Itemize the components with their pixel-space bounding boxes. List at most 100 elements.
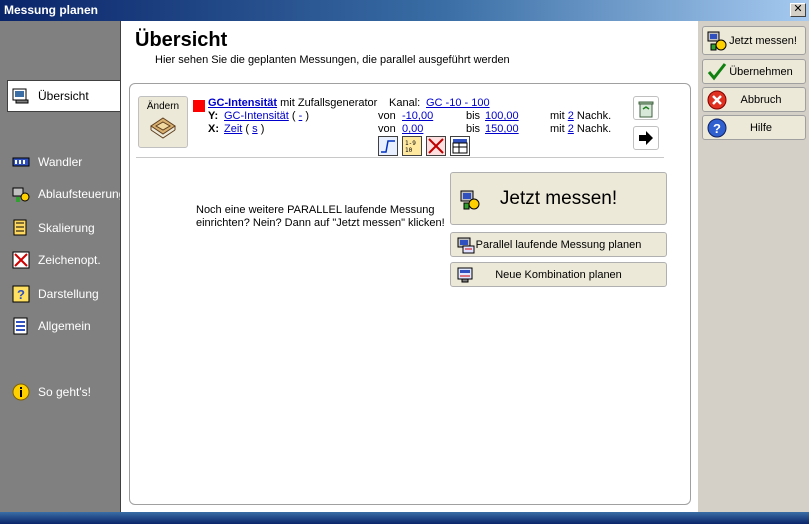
overview-icon <box>12 87 30 105</box>
window-title: Messung planen <box>4 3 99 17</box>
sidebar-item-uebersicht[interactable]: Übersicht <box>7 80 120 112</box>
x-von-label: von <box>378 123 396 135</box>
sidebar-item-so-gehts[interactable]: So geht's! <box>12 381 118 403</box>
x-axis-row: Zeit ( s ) <box>224 123 264 135</box>
svg-text:1-9: 1-9 <box>405 140 416 147</box>
y-von-link[interactable]: -10,00 <box>402 110 433 122</box>
parallel-messung-label: Parallel laufende Messung planen <box>475 238 642 251</box>
x-bis-label: bis <box>466 123 481 135</box>
y-nachk-link[interactable]: 2 <box>568 110 574 122</box>
sidebar-item-label: Ablaufsteuerung <box>38 187 126 201</box>
kanal-label: Kanal: <box>389 97 421 109</box>
new-combination-icon <box>457 266 475 284</box>
y-nachk-label: Nachk. <box>576 110 612 122</box>
neue-kombination-label: Neue Kombination planen <box>495 268 622 281</box>
x-paren-close: ) <box>260 123 265 135</box>
y-mit-label: mit <box>550 110 565 122</box>
info-icon <box>12 383 30 401</box>
hilfe-label: Hilfe <box>749 121 772 134</box>
x-unit-link[interactable]: s <box>252 123 258 135</box>
curve-icon[interactable] <box>378 136 398 156</box>
main-content: Übersicht Hier sehen Sie die geplanten M… <box>120 21 697 512</box>
svg-text:?: ? <box>713 121 721 136</box>
aendern-label: Ändern <box>146 101 180 112</box>
close-icon: ✕ <box>793 3 803 15</box>
number-format-icon[interactable]: 1-9 10 <box>402 136 422 156</box>
sidebar-item-zeichenopt[interactable]: Zeichenopt. <box>12 249 118 271</box>
y-bis-label: bis <box>466 110 481 122</box>
page-title: Übersicht <box>135 29 228 51</box>
y-paren-close: ) <box>305 110 310 122</box>
y-axis-row: GC-Intensität ( - ) <box>224 110 309 122</box>
svg-text:10: 10 <box>405 147 413 154</box>
measure-now-icon <box>707 31 727 51</box>
x-mit-label: mit <box>550 123 565 135</box>
sidebar-item-label: Wandler <box>38 155 83 169</box>
sidebar-item-label: Übersicht <box>38 89 89 103</box>
sidebar-item-ablaufsteuerung[interactable]: Ablaufsteuerung <box>12 183 125 205</box>
y-unit-link[interactable]: - <box>299 110 303 122</box>
parallel-measurement-icon <box>457 236 475 254</box>
sidebar-item-label: Darstellung <box>38 287 99 301</box>
drawing-options-icon <box>12 251 30 269</box>
help-icon: ? <box>707 118 727 138</box>
sidebar-item-label: Zeichenopt. <box>38 253 101 267</box>
sidebar-item-label: Allgemein <box>38 319 91 333</box>
cancel-icon <box>707 90 727 110</box>
action-bar: Jetzt messen! Übernehmen Abbruch ? Hilfe <box>697 21 809 512</box>
y-paren-open: ( <box>291 110 296 122</box>
jetzt-messen-big-button[interactable]: Jetzt messen! <box>450 172 667 225</box>
recycle-bin-button[interactable] <box>633 96 659 120</box>
x-nachk-label: Nachk. <box>576 123 612 135</box>
sidebar-item-darstellung[interactable]: ? Darstellung <box>12 283 118 305</box>
y-bis-link[interactable]: 100,00 <box>485 110 519 122</box>
x-axis-label: X: <box>208 123 219 135</box>
kanal-link[interactable]: GC -10 - 100 <box>426 97 490 109</box>
abbruch-button[interactable]: Abbruch <box>702 87 806 112</box>
x-paren-open: ( <box>245 123 250 135</box>
sequence-control-icon <box>12 185 30 203</box>
sidebar-item-skalierung[interactable]: Skalierung <box>12 217 118 239</box>
neue-kombination-button[interactable]: Neue Kombination planen <box>450 262 667 287</box>
checkmark-icon <box>707 62 727 81</box>
y-mit-row: mit 2 Nachk. <box>550 110 611 122</box>
hilfe-button[interactable]: ? Hilfe <box>702 115 806 140</box>
recycle-bin-icon <box>637 101 655 122</box>
parallel-messung-button[interactable]: Parallel laufende Messung planen <box>450 232 667 257</box>
page-subtitle: Hier sehen Sie die geplanten Messungen, … <box>155 54 510 66</box>
measure-now-icon <box>459 189 481 211</box>
remove-series-icon[interactable] <box>426 136 446 156</box>
sidebar-item-allgemein[interactable]: Allgemein <box>12 315 118 337</box>
abbruch-label: Abbruch <box>740 93 782 106</box>
window-titlebar: Messung planen ✕ <box>0 0 809 21</box>
scaling-icon <box>12 219 30 237</box>
sidebar-item-label: So geht's! <box>38 385 91 399</box>
x-nachk-link[interactable]: 2 <box>568 123 574 135</box>
aendern-button[interactable]: Ändern <box>138 96 188 148</box>
jetzt-messen-button[interactable]: Jetzt messen! <box>702 26 806 55</box>
x-von-link[interactable]: 0,00 <box>402 123 423 135</box>
x-mit-row: mit 2 Nachk. <box>550 123 611 135</box>
converter-icon <box>12 153 30 171</box>
general-settings-icon <box>12 317 30 335</box>
measurement-panel: Ändern GC-Intensität mit Zufallsgenerato… <box>129 83 691 505</box>
close-button[interactable]: ✕ <box>790 3 806 17</box>
x-name-link[interactable]: Zeit <box>224 123 242 135</box>
arrow-right-icon <box>638 131 654 148</box>
series-color-swatch <box>193 100 205 112</box>
sidebar-item-wandler[interactable]: Wandler <box>12 151 118 173</box>
measurement-name-link[interactable]: GC-Intensität <box>208 97 277 109</box>
x-bis-link[interactable]: 150,00 <box>485 123 519 135</box>
table-view-icon[interactable] <box>450 136 470 156</box>
y-von-label: von <box>378 110 396 122</box>
measurement-header-row: GC-Intensität mit Zufallsgenerator <box>208 97 377 109</box>
y-name-link[interactable]: GC-Intensität <box>224 110 289 122</box>
y-axis-label: Y: <box>208 110 219 122</box>
display-icon: ? <box>12 285 30 303</box>
generator-text: mit Zufallsgenerator <box>280 97 378 109</box>
sidebar: Übersicht Wandler Ablaufsteuerung Skalie… <box>0 21 125 512</box>
uebernehmen-button[interactable]: Übernehmen <box>702 59 806 84</box>
bottom-bar <box>0 512 809 524</box>
next-arrow-button[interactable] <box>633 126 659 150</box>
info-text: Noch eine weitere PARALLEL laufende Mess… <box>196 204 445 229</box>
